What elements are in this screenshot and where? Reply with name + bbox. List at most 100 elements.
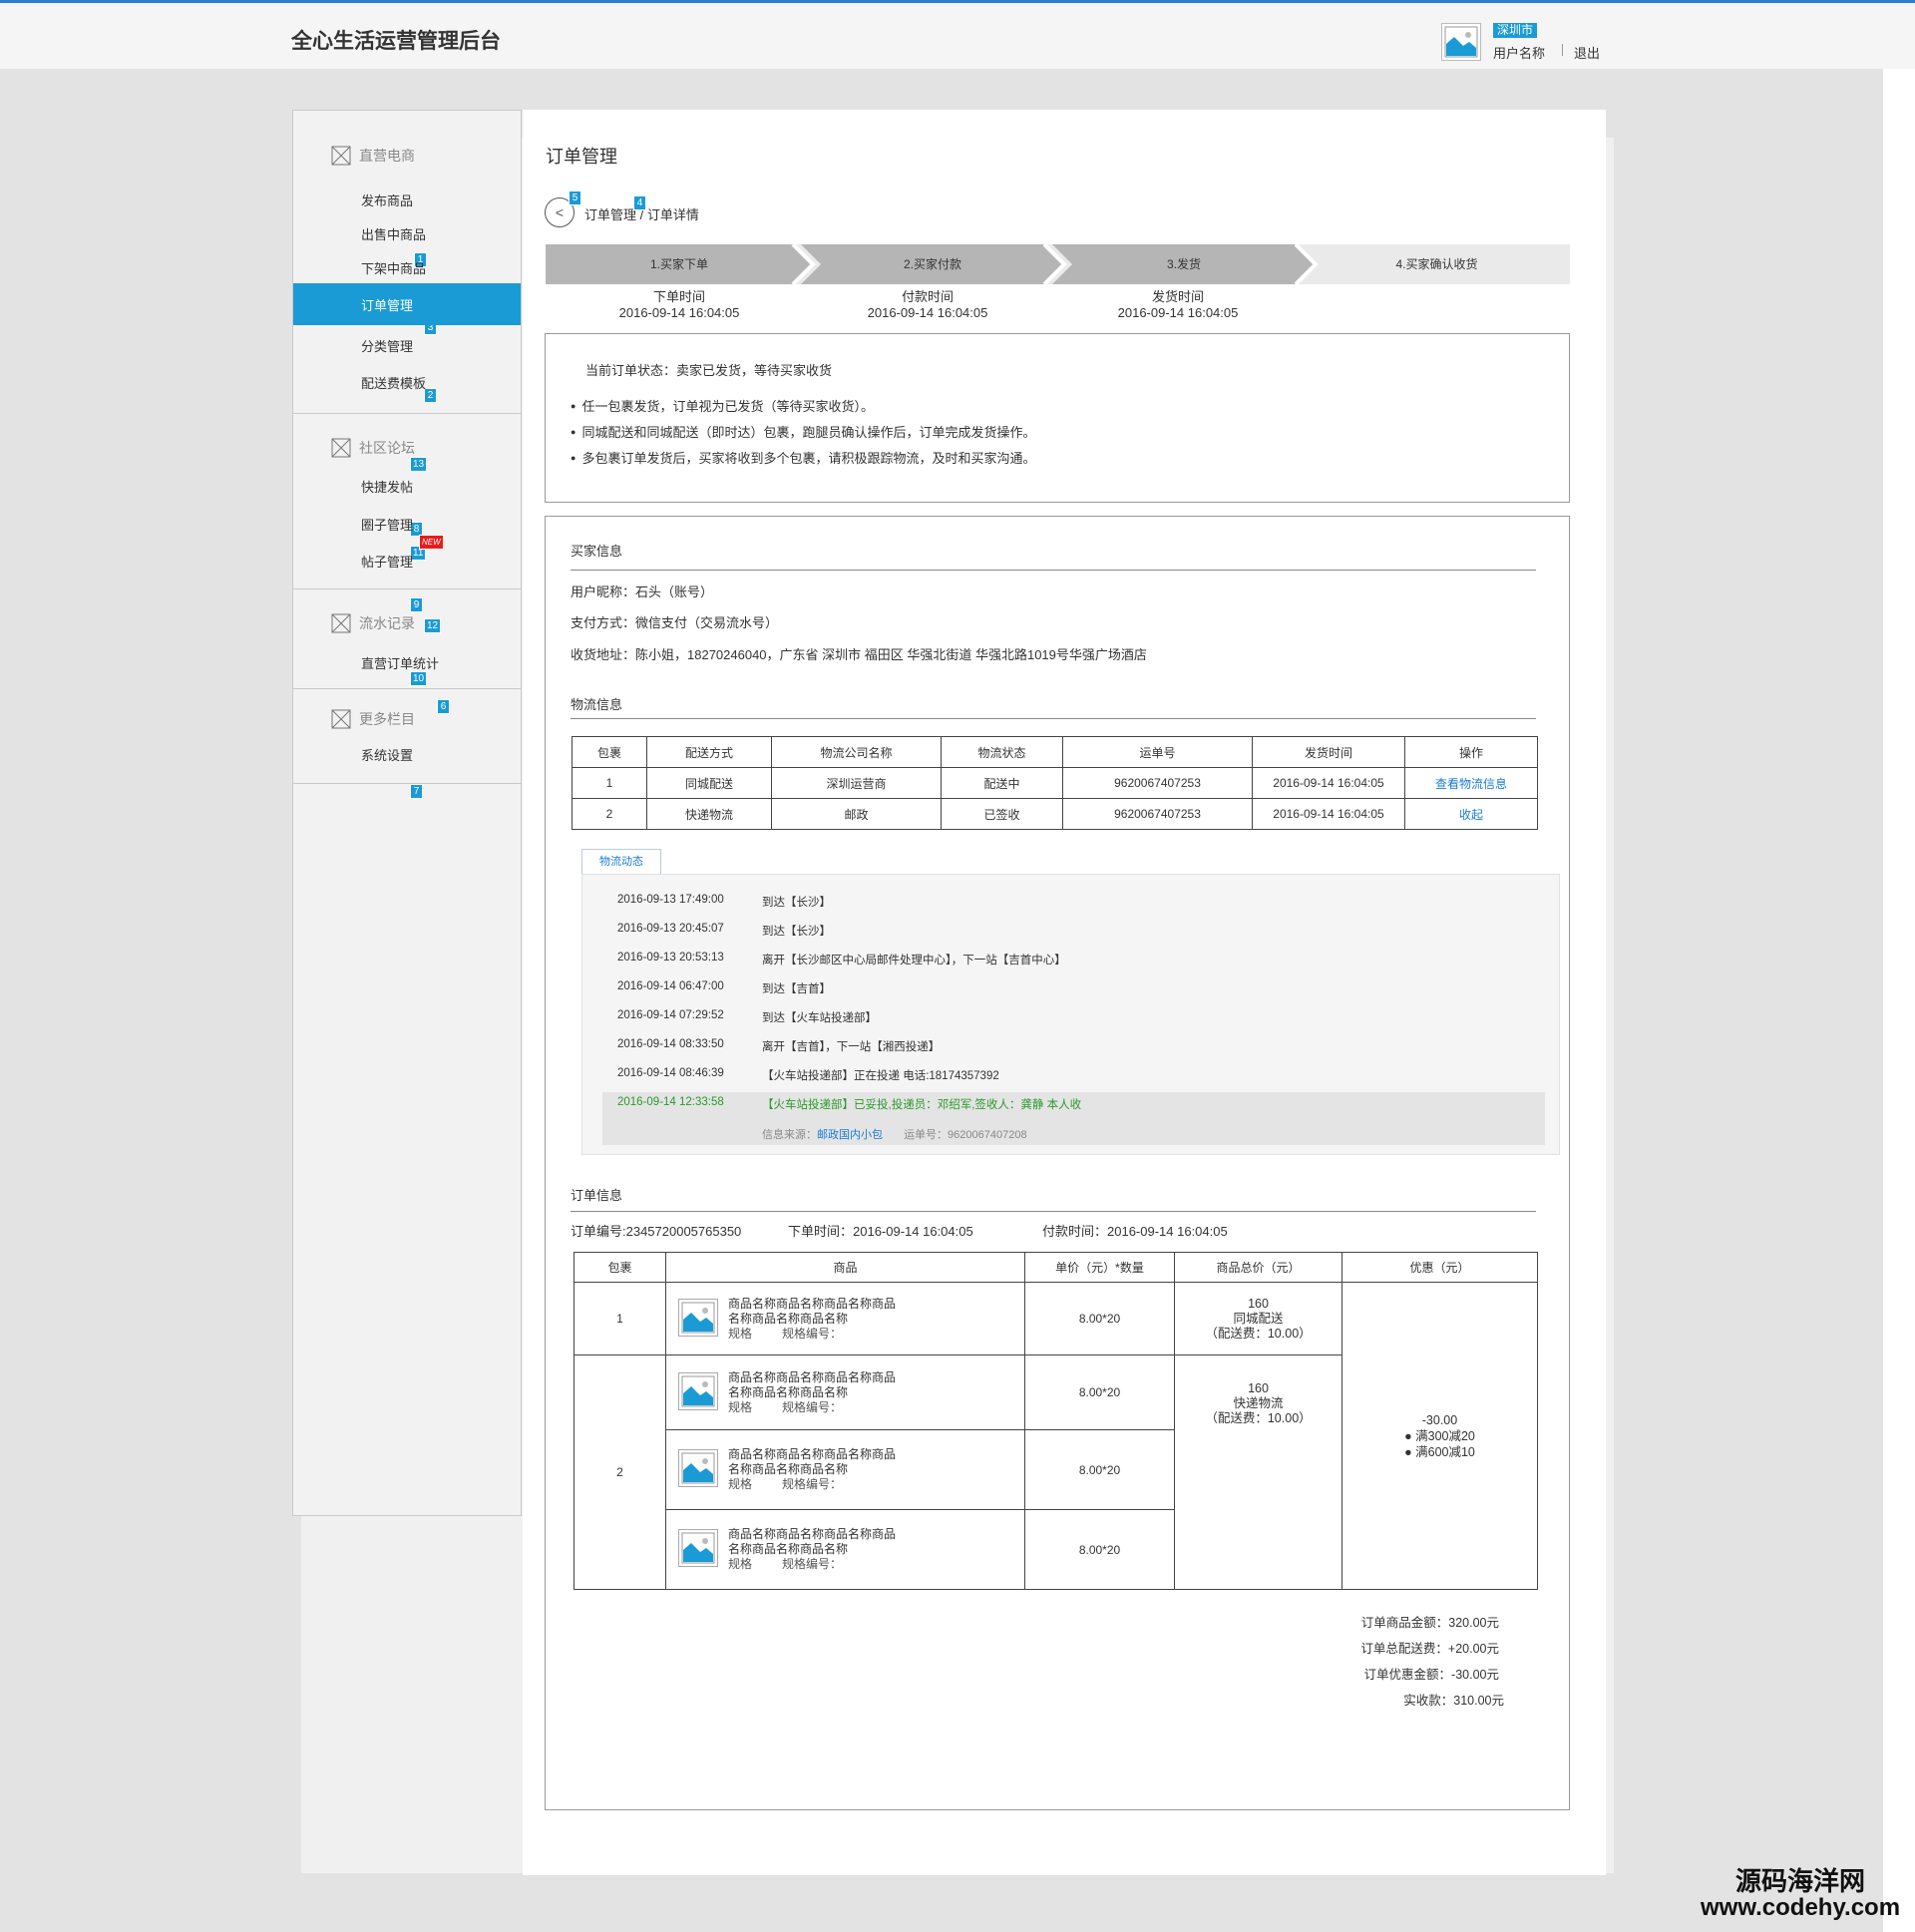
sidebar-item-label: 发布商品 bbox=[361, 193, 414, 208]
sidebar-item-quick-post[interactable]: 快捷发帖 8 NEW bbox=[293, 471, 521, 550]
main-panel: 订单管理 < 5 订单管理 / 订单详情 4 1.买家下单 2.买家付款 3.发… bbox=[523, 110, 1606, 1875]
sidebar-item-shipping-template[interactable]: 配送费模板 12 bbox=[293, 367, 521, 633]
discount-rule: ● 满300减20 bbox=[1404, 1428, 1475, 1443]
sidebar-item-off-shelf[interactable]: 下架中商品 2 bbox=[293, 252, 521, 403]
order-number: 订单编号:2345720005765350 bbox=[571, 1224, 742, 1239]
step-4-label: 4.买家确认收货 bbox=[1395, 257, 1478, 271]
view-logistics-link[interactable]: 查看物流信息 bbox=[1435, 777, 1507, 791]
cell-package: 2 bbox=[572, 798, 647, 830]
package-method: 快递物流 bbox=[1233, 1396, 1284, 1410]
sidebar-group-title: 社区论坛 bbox=[359, 440, 415, 456]
sidebar-item-category[interactable]: 分类管理 11 bbox=[293, 330, 521, 561]
cell-status: 配送中 bbox=[941, 767, 1063, 799]
col-header: 物流状态 bbox=[941, 736, 1063, 768]
col-header: 发货时间 bbox=[1252, 736, 1405, 768]
tracking-text: 【火车站投递部】已妥投,投递员：邓绍军,签收人：龚静 本人收 bbox=[762, 1099, 1082, 1111]
product-item[interactable]: 商品名称商品名称商品名称商品 名称商品名称商品名称 规格 规格编号： bbox=[666, 1527, 1024, 1572]
product-name: 商品名称商品名称商品名称商品 bbox=[728, 1296, 897, 1311]
sidebar-group-forum: 社区论坛 快捷发帖 8 NEW 圈子管理 9 帖子管理 10 bbox=[293, 414, 521, 686]
cell-package: 1 bbox=[572, 767, 647, 799]
cell-price-qty: 8.00*20 bbox=[1024, 1429, 1175, 1510]
tracking-text: 到达【火车站投递部】 bbox=[762, 1012, 877, 1024]
sidebar-item-label: 分类管理 bbox=[361, 338, 414, 354]
user-avatar-icon[interactable] bbox=[1441, 23, 1481, 61]
order-status-box: 当前订单状态：卖家已发货，等待买家收货 任一包裹发货，订单视为已发货（等待买家收… bbox=[545, 333, 1570, 503]
watermark-url: www.codehy.com bbox=[1701, 1894, 1901, 1921]
cell-waybill: 9620067407253 bbox=[1062, 767, 1253, 799]
tracking-time: 2016-09-13 20:45:07 bbox=[617, 923, 724, 935]
buyer-section-title: 买家信息 bbox=[571, 544, 623, 559]
summary-discount: 订单优惠金额：-30.00元 bbox=[1364, 1664, 1499, 1683]
breadcrumb-current: 订单详情 bbox=[646, 207, 699, 222]
col-header: 优惠（元） bbox=[1341, 1252, 1538, 1283]
sidebar-item-publish[interactable]: 发布商品 1 bbox=[293, 185, 521, 267]
cell-ship-time: 2016-09-14 16:04:05 bbox=[1252, 767, 1405, 799]
sidebar-item-posts[interactable]: 帖子管理 10 bbox=[293, 546, 521, 686]
status-note: 同城配送和同城配送（即时达）包裹，跑腿员确认操作后，订单完成发货操作。 bbox=[571, 422, 1035, 441]
buyer-payment: 支付方式：微信支付（交易流水号） bbox=[571, 615, 779, 630]
tracking-time: 2016-09-14 08:46:39 bbox=[617, 1067, 724, 1079]
source-link[interactable]: 邮政国内小包 bbox=[817, 1129, 883, 1141]
product-item[interactable]: 商品名称商品名称商品名称商品 名称商品名称商品名称 规格 规格编号： bbox=[666, 1447, 1024, 1492]
sidebar: 直营电商 发布商品 1 出售中商品 3 下架中商品 2 订单管理 13 分类管理 11 配… bbox=[292, 110, 522, 1516]
tracking-entry-latest: 2016-09-14 12:33:58 【火车站投递部】已妥投,投递员：邓绍军,签… bbox=[617, 1096, 1081, 1112]
divider bbox=[571, 1211, 1536, 1212]
logistics-table: 包裹 配送方式 物流公司名称 物流状态 运单号 发货时间 操作 1 同城配送 深… bbox=[572, 736, 1538, 830]
product-spec: 规格 bbox=[728, 1399, 753, 1414]
cell-method: 同城配送 bbox=[646, 767, 772, 799]
tracking-time: 2016-09-13 17:49:00 bbox=[617, 894, 724, 906]
tracking-time: 2016-09-14 07:29:52 bbox=[617, 1009, 724, 1021]
cell-package: 2 bbox=[574, 1354, 666, 1590]
watermark: 源码海洋网 www.codehy.com bbox=[1701, 1867, 1900, 1921]
col-header: 单价（元）*数量 bbox=[1024, 1252, 1175, 1283]
cell-price-qty: 8.00*20 bbox=[1024, 1509, 1175, 1590]
page-edge bbox=[1883, 69, 1915, 1932]
cell-action: 收起 bbox=[1404, 798, 1538, 830]
product-image-icon bbox=[678, 1529, 718, 1567]
step-2-label: 2.买家付款 bbox=[903, 257, 961, 271]
placeholder-icon bbox=[331, 438, 351, 458]
table-row: 1 同城配送 深圳运营商 配送中 9620067407253 2016-09-1… bbox=[572, 767, 1538, 799]
sidebar-item-order-stats[interactable]: 直营订单统计 6 bbox=[293, 647, 521, 714]
product-item[interactable]: 商品名称商品名称商品名称商品 名称商品名称商品名称 规格 规格编号： bbox=[666, 1370, 1024, 1415]
collapse-link[interactable]: 收起 bbox=[1459, 808, 1483, 822]
placeholder-icon bbox=[331, 613, 351, 633]
order-section-title: 订单信息 bbox=[571, 1188, 623, 1203]
sidebar-group-title: 直营电商 bbox=[359, 148, 415, 164]
watermark-title: 源码海洋网 bbox=[1735, 1866, 1866, 1896]
sidebar-group-title: 更多栏目 bbox=[359, 711, 415, 727]
city-badge[interactable]: 深圳市 bbox=[1493, 23, 1538, 38]
tab-logistics-tracking[interactable]: 物流动态 bbox=[581, 849, 661, 874]
cell-product: 商品名称商品名称商品名称商品 名称商品名称商品名称 规格 规格编号： bbox=[665, 1282, 1025, 1355]
summary-received: 实收款：310.00元 bbox=[1403, 1690, 1504, 1709]
product-item[interactable]: 商品名称商品名称商品名称商品 名称商品名称商品名称 规格 规格编号： bbox=[666, 1297, 1024, 1342]
cell-company: 深圳运营商 bbox=[771, 767, 942, 799]
tracking-entry: 2016-09-14 08:33:50 离开【吉首】，下一站【湘西投递】 bbox=[617, 1038, 940, 1054]
package-fee: （配送费：10.00） bbox=[1205, 1326, 1312, 1341]
cell-method: 快递物流 bbox=[646, 798, 772, 830]
sidebar-item-label: 直营订单统计 bbox=[361, 655, 440, 671]
placeholder-icon bbox=[331, 709, 351, 729]
summary-value: 310.00元 bbox=[1453, 1694, 1504, 1708]
summary-label: 实收款： bbox=[1403, 1694, 1454, 1708]
step-time-value: 2016-09-14 16:04:05 bbox=[867, 305, 988, 320]
col-header: 包裹 bbox=[572, 736, 647, 768]
product-name-2: 名称商品名称商品名称 bbox=[728, 1311, 849, 1326]
tracking-entry: 2016-09-13 17:49:00 到达【长沙】 bbox=[617, 894, 831, 910]
tracking-entry: 2016-09-14 08:46:39 【火车站投递部】正在投递 电话:18174… bbox=[617, 1067, 999, 1083]
product-name: 商品名称商品名称商品名称商品 bbox=[728, 1369, 897, 1384]
summary-shipping: 订单总配送费：+20.00元 bbox=[1360, 1638, 1499, 1657]
page-title: 订单管理 bbox=[546, 147, 617, 167]
tracking-entry: 2016-09-14 06:47:00 到达【吉首】 bbox=[617, 980, 831, 996]
tracking-entry: 2016-09-13 20:45:07 到达【长沙】 bbox=[617, 923, 831, 939]
product-spec: 规格 bbox=[728, 1477, 753, 1491]
sidebar-item-settings[interactable]: 系统设置 7 bbox=[293, 739, 521, 799]
breadcrumb-parent[interactable]: 订单管理 bbox=[584, 207, 636, 222]
tracking-entry: 2016-09-14 07:29:52 到达【火车站投递部】 bbox=[617, 1009, 877, 1025]
logout-link[interactable]: 退出 bbox=[1574, 43, 1600, 62]
sidebar-item-circles[interactable]: 圈子管理 9 bbox=[293, 509, 521, 612]
summary-label: 订单总配送费： bbox=[1360, 1642, 1448, 1656]
sidebar-item-orders[interactable]: 订单管理 13 bbox=[293, 283, 521, 472]
sidebar-item-on-sale[interactable]: 出售中商品 3 bbox=[293, 218, 521, 335]
count-badge: 4 bbox=[633, 195, 646, 210]
